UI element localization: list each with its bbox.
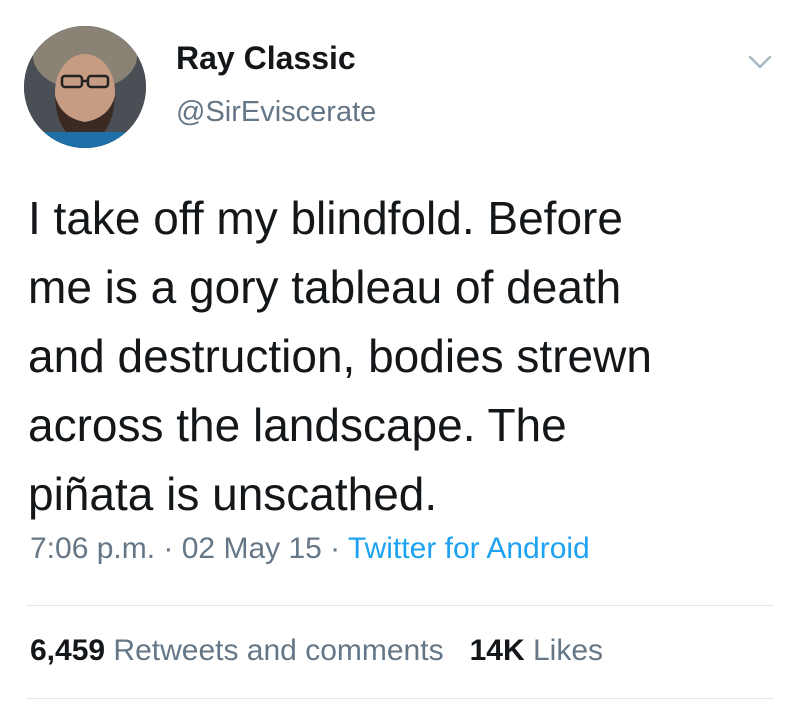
divider — [26, 698, 774, 699]
tweet-source-link[interactable]: Twitter for Android — [348, 532, 590, 565]
tweet-date[interactable]: 02 May 15 — [182, 532, 322, 565]
likes-count: 14K — [469, 634, 525, 667]
tweet-line: I take off my blindfold. Before — [28, 192, 623, 244]
meta-separator: · — [155, 532, 182, 565]
avatar[interactable] — [24, 26, 146, 148]
likes-label: Likes — [532, 634, 604, 667]
user-handle[interactable]: @SirEviscerate — [176, 96, 376, 129]
retweets-label: Retweets and comments — [113, 634, 444, 667]
tweet-line: across the landscape. The — [28, 399, 567, 451]
tweet-time[interactable]: 7:06 p.m. — [30, 532, 155, 565]
retweets-stat[interactable]: 6,459 Retweets and comments — [30, 634, 444, 667]
tweet-line: me is a gory tableau of death — [28, 261, 622, 313]
tweet-stats: 6,459 Retweets and comments 14K Likes — [30, 634, 603, 668]
likes-stat[interactable]: 14K Likes — [470, 634, 603, 667]
tweet-line: piñata is unscathed. — [28, 468, 438, 520]
tweet-text: I take off my blindfold. Before me is a … — [28, 184, 788, 529]
profile-photo-icon — [24, 26, 146, 148]
retweets-count: 6,459 — [30, 634, 106, 667]
display-name[interactable]: Ray Classic — [176, 40, 356, 77]
divider — [26, 605, 774, 606]
tweet-card: Ray Classic @SirEviscerate I take off my… — [0, 0, 800, 706]
meta-separator: · — [321, 532, 348, 565]
tweet-line: and destruction, bodies strewn — [28, 330, 652, 382]
chevron-down-icon[interactable] — [746, 52, 774, 72]
tweet-meta: 7:06 p.m. · 02 May 15 · Twitter for Andr… — [30, 532, 590, 566]
